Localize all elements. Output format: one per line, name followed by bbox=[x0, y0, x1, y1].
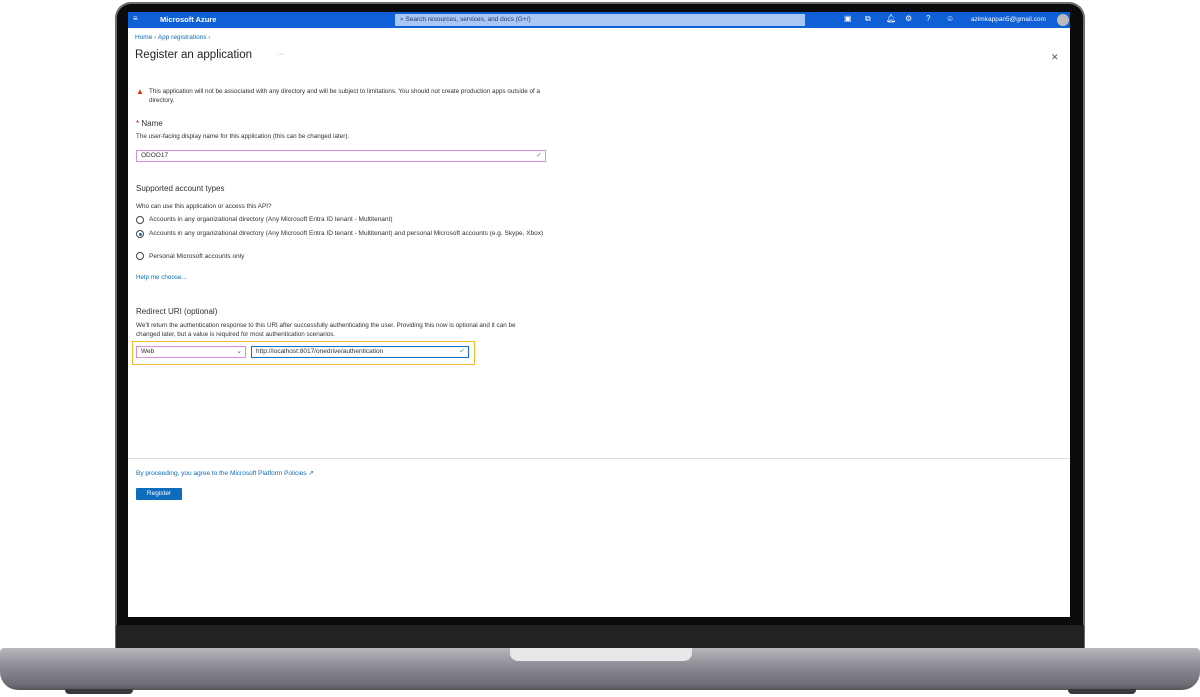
name-label: * Name bbox=[136, 119, 163, 128]
brand[interactable]: Microsoft Azure bbox=[160, 15, 216, 24]
register-button[interactable]: Register bbox=[136, 488, 182, 500]
valid-check-icon: ✓ bbox=[536, 152, 542, 159]
valid-check-icon: ✓ bbox=[459, 348, 465, 355]
directory-filter-icon[interactable]: ⧉ bbox=[865, 14, 871, 24]
name-label-text: Name bbox=[141, 119, 163, 128]
platform-select[interactable]: Web ⌄ bbox=[136, 346, 246, 358]
search-input[interactable]: ⌕ Search resources, services, and docs (… bbox=[395, 14, 805, 26]
hamburger-icon[interactable]: ≡ bbox=[133, 14, 138, 23]
chevron-down-icon: ⌄ bbox=[236, 348, 242, 355]
platform-value: Web bbox=[141, 348, 155, 355]
breadcrumb-home[interactable]: Home bbox=[135, 34, 152, 41]
more-options-button[interactable]: ··· bbox=[277, 51, 284, 58]
notifications-icon[interactable]: 🔔︎ bbox=[886, 14, 896, 23]
footer-divider bbox=[128, 458, 1070, 459]
radio-label-multitenant-personal: Accounts in any organizational directory… bbox=[149, 230, 544, 237]
account-email[interactable]: azimkappan5@gmail.com bbox=[971, 16, 1046, 23]
feedback-icon[interactable]: ☺ bbox=[946, 14, 954, 23]
name-input[interactable]: ODOO17 ✓ bbox=[136, 150, 546, 162]
close-button[interactable]: ✕ bbox=[1051, 52, 1059, 63]
external-link-icon: ↗ bbox=[308, 470, 314, 477]
radio-label-personal-only: Personal Microsoft accounts only bbox=[149, 253, 245, 260]
azure-portal-screen: ≡ Microsoft Azure ⌕ Search resources, se… bbox=[128, 12, 1070, 617]
account-types-heading: Supported account types bbox=[136, 184, 225, 193]
redirect-description: We'll return the authentication response… bbox=[136, 322, 516, 338]
warning-message: This application will not be associated … bbox=[149, 88, 540, 104]
policy-link-text: By proceeding, you agree to the Microsof… bbox=[136, 470, 307, 477]
settings-icon[interactable]: ⚙ bbox=[905, 14, 912, 23]
breadcrumb: Home › App registrations › bbox=[135, 34, 211, 41]
name-description: The user-facing display name for this ap… bbox=[136, 133, 350, 140]
redirect-uri-value: http://localhost:8017/onedrive/authentic… bbox=[256, 348, 384, 355]
laptop-notch bbox=[510, 648, 692, 661]
redirect-uri-input[interactable]: http://localhost:8017/onedrive/authentic… bbox=[251, 346, 469, 358]
required-marker: * bbox=[136, 119, 140, 128]
radio-multitenant-personal[interactable] bbox=[136, 230, 144, 238]
redirect-heading: Redirect URI (optional) bbox=[136, 307, 218, 316]
search-placeholder: Search resources, services, and docs (G+… bbox=[405, 16, 531, 23]
page-title: Register an application bbox=[135, 49, 252, 61]
help-icon[interactable]: ? bbox=[926, 14, 930, 23]
name-value: ODOO17 bbox=[141, 152, 169, 159]
laptop-bezel bbox=[116, 625, 1084, 649]
laptop-foot bbox=[1068, 689, 1136, 694]
avatar[interactable] bbox=[1057, 14, 1069, 26]
radio-label-multitenant: Accounts in any organizational directory… bbox=[149, 216, 393, 223]
help-me-choose-link[interactable]: Help me choose... bbox=[136, 274, 187, 281]
warning-icon: ▲ bbox=[136, 87, 144, 96]
radio-multitenant[interactable] bbox=[136, 216, 144, 224]
cloud-shell-icon[interactable]: ▣ bbox=[844, 14, 852, 23]
platform-policies-link[interactable]: By proceeding, you agree to the Microsof… bbox=[136, 469, 314, 477]
breadcrumb-app-registrations[interactable]: App registrations bbox=[158, 34, 207, 41]
account-types-question: Who can use this application or access t… bbox=[136, 203, 272, 210]
laptop-foot bbox=[65, 689, 133, 694]
top-bar: ≡ Microsoft Azure ⌕ Search resources, se… bbox=[128, 12, 1070, 28]
radio-personal-only[interactable] bbox=[136, 252, 144, 260]
